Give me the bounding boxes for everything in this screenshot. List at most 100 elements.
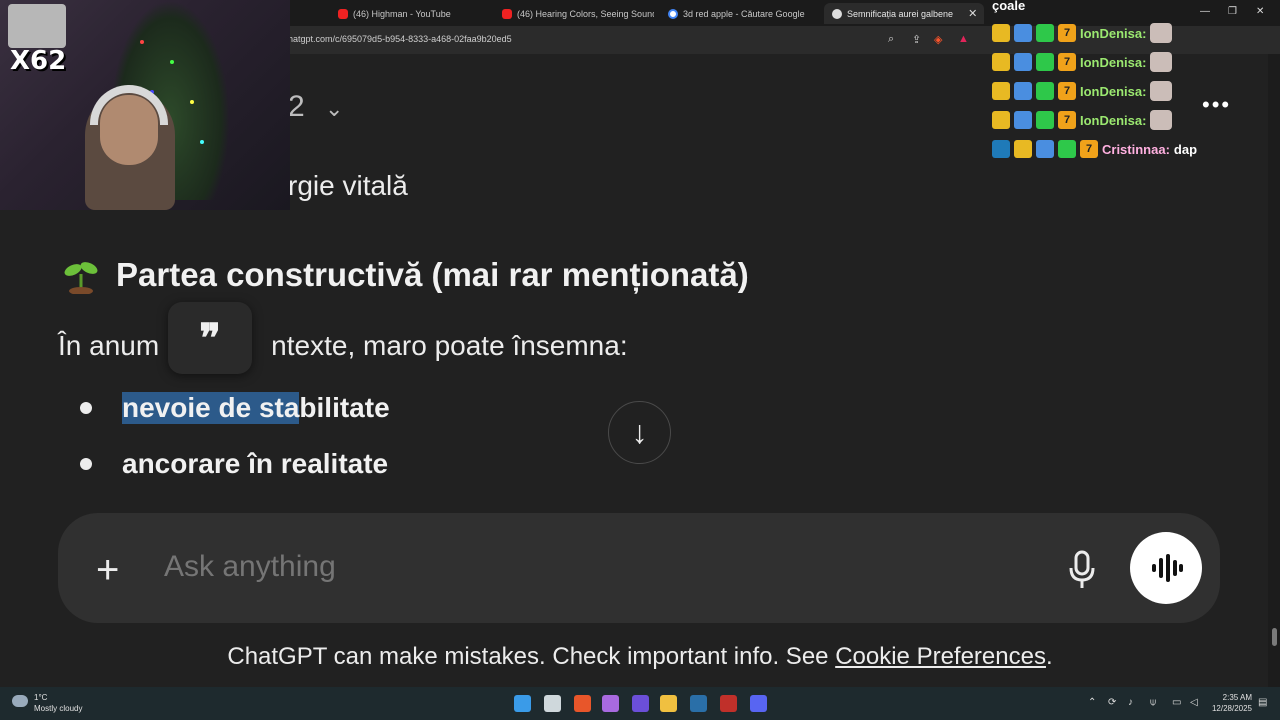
arrow-down-icon: ↓ xyxy=(631,414,648,450)
tab-chatgpt-active[interactable]: Semnificația aurei galbene ✕ xyxy=(824,3,984,24)
mod-badge-icon xyxy=(1014,111,1032,129)
volume-icon[interactable]: ◁ xyxy=(1190,697,1198,708)
weather-desc: Mostly cloudy xyxy=(34,704,83,713)
list-item-text: bilitate xyxy=(299,392,390,423)
disclaimer-end: . xyxy=(1045,643,1053,670)
share-icon[interactable]: ⇪ xyxy=(912,33,921,46)
obs-icon[interactable] xyxy=(632,695,649,712)
prompt-input[interactable] xyxy=(164,550,964,584)
chat-message: 7 IonDenisa: xyxy=(992,109,1173,131)
url-field[interactable]: hatgpt.com/c/695079d5-b954-8333-a468-02f… xyxy=(288,34,512,44)
model-label: 2 xyxy=(288,90,305,123)
cookie-preferences-link[interactable]: Cookie Preferences xyxy=(835,643,1046,670)
bullet-dot xyxy=(80,458,92,470)
notification-icon[interactable]: ▤ xyxy=(1258,697,1267,708)
youtube-icon xyxy=(502,8,512,19)
close-window-icon[interactable]: ✕ xyxy=(1256,6,1264,17)
speaker-icon[interactable]: ♪ xyxy=(1128,697,1133,708)
seven-tv-badge-icon: 7 xyxy=(1058,24,1076,42)
bullet-dot xyxy=(80,402,92,414)
quote-icon: ❞ xyxy=(199,314,221,362)
scrollbar[interactable] xyxy=(1268,54,1280,687)
scroll-to-bottom-button[interactable]: ↓ xyxy=(608,401,671,464)
zoom-icon[interactable]: ⌕ xyxy=(888,33,894,46)
windows-taskbar: 1°C Mostly cloudy ⌃ ⟳ ♪ ⍦ ▭ ◁ 2:35 AM 12… xyxy=(0,687,1280,720)
brave-rewards-icon[interactable]: ▲ xyxy=(958,33,969,45)
disclaimer: ChatGPT can make mistakes. Check importa… xyxy=(0,643,1280,671)
gift-badge-icon xyxy=(1036,24,1054,42)
chat-message: 7 IonDenisa: xyxy=(992,51,1173,73)
crown-badge-icon xyxy=(1014,140,1032,158)
weather-temp: 1°C xyxy=(34,693,48,702)
selected-text: nevoie de sta xyxy=(122,392,300,424)
sync-icon[interactable]: ⟳ xyxy=(1108,697,1116,708)
seven-tv-badge-icon: 7 xyxy=(1058,82,1076,100)
close-tab-icon[interactable]: ✕ xyxy=(968,7,977,20)
tab-youtube-highman[interactable]: (46) Highman - YouTube xyxy=(330,3,490,24)
file-explorer-icon[interactable] xyxy=(660,695,677,712)
mod-badge-icon xyxy=(1036,140,1054,158)
minimize-icon[interactable]: — xyxy=(1200,6,1210,17)
google-icon xyxy=(668,8,678,19)
tab-youtube-hearing-colors[interactable]: (46) Hearing Colors, Seeing Sounds: xyxy=(494,3,654,24)
more-options-icon[interactable]: ••• xyxy=(1202,92,1231,118)
tab-title: Semnificația aurei galbene xyxy=(847,8,954,19)
list-item: ancorare în realitate xyxy=(80,448,388,480)
crown-badge-icon xyxy=(992,53,1010,71)
clock-date: 12/28/2025 xyxy=(1211,704,1252,713)
voice-waveform-icon xyxy=(1152,554,1183,582)
paragraph-start: În anum xyxy=(58,330,160,361)
chatgpt-icon xyxy=(832,8,842,19)
mod-badge-icon xyxy=(1014,24,1032,42)
weather-widget[interactable]: 1°C Mostly cloudy xyxy=(12,692,82,714)
crown-badge-icon xyxy=(992,24,1010,42)
chat-message-text: dap xyxy=(1173,141,1198,157)
crown-badge-icon xyxy=(992,82,1010,100)
start-icon[interactable] xyxy=(514,695,531,712)
chat-username: IonDenisa: xyxy=(1080,83,1147,99)
viewer-avatar xyxy=(8,4,66,48)
tab-title: (46) Hearing Colors, Seeing Sounds: xyxy=(517,8,654,19)
emote-icon xyxy=(1150,110,1173,130)
chat-username: IonDenisa: xyxy=(1080,25,1147,41)
mod-badge-icon xyxy=(1014,82,1032,100)
clock[interactable]: 2:35 AM 12/28/2025 xyxy=(1212,692,1252,714)
voice-mode-button[interactable] xyxy=(1130,532,1202,604)
discord-icon[interactable] xyxy=(750,695,767,712)
emote-icon xyxy=(1150,52,1173,72)
hammer-badge-icon xyxy=(992,140,1010,158)
list-item: nevoie de sta bilitate xyxy=(80,392,390,424)
chat-username: IonDenisa: xyxy=(1080,112,1147,128)
cloud-icon xyxy=(12,695,28,707)
mod-badge-icon xyxy=(1014,53,1032,71)
maximize-icon[interactable]: ❐ xyxy=(1228,6,1237,17)
gift-badge-icon xyxy=(1058,140,1076,158)
seven-tv-badge-icon: 7 xyxy=(1058,111,1076,129)
webcam-overlay: X62 xyxy=(0,0,290,210)
model-selector[interactable]: 2 ⌄ xyxy=(288,90,343,124)
valorant-icon[interactable] xyxy=(720,695,737,712)
network-icon[interactable]: ▭ xyxy=(1172,697,1181,708)
paragraph: În anum ntexte, maro poate însemna: xyxy=(58,330,628,362)
mic-tray-icon[interactable]: ⍦ xyxy=(1150,697,1156,708)
quote-reply-button[interactable]: ❞ xyxy=(168,302,252,374)
seedling-icon xyxy=(62,256,100,295)
brave-browser-icon[interactable] xyxy=(574,695,591,712)
microphone-button[interactable] xyxy=(1066,550,1098,590)
brave-shield-icon[interactable]: ◈ xyxy=(934,33,942,46)
chat-message: 7 IonDenisa: xyxy=(992,80,1173,102)
task-view-icon[interactable] xyxy=(544,695,561,712)
seven-tv-badge-icon: 7 xyxy=(1058,53,1076,71)
crown-badge-icon xyxy=(992,111,1010,129)
tray-overflow-icon[interactable]: ⌃ xyxy=(1088,697,1096,708)
viewer-count-tag: X62 xyxy=(10,46,67,76)
tab-google-search[interactable]: 3d red apple - Căutare Google xyxy=(660,3,820,24)
gift-badge-icon xyxy=(1036,111,1054,129)
app-icon[interactable] xyxy=(602,695,619,712)
chat-username: IonDenisa: xyxy=(1080,54,1147,70)
chat-top-text: çoale xyxy=(992,0,1026,13)
add-attachment-button[interactable]: + xyxy=(96,548,119,593)
steam-icon[interactable] xyxy=(690,695,707,712)
paragraph-end: ntexte, maro poate însemna: xyxy=(271,330,628,361)
section-heading: Partea constructivă (mai rar menționată) xyxy=(62,256,749,295)
